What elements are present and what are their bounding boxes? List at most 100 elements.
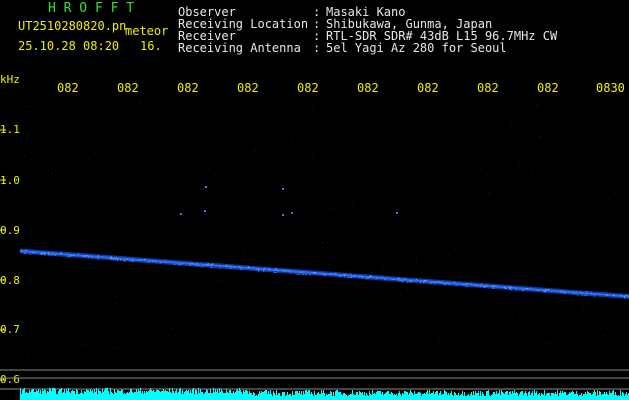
noise-speck [338, 235, 340, 237]
noise-speck [393, 357, 395, 359]
spectrum-column [426, 392, 427, 400]
noise-speck [380, 311, 382, 313]
spectrum-column [598, 395, 599, 400]
spectrum-column [302, 395, 303, 400]
spectrum-column [494, 392, 495, 400]
noise-speck [550, 215, 552, 217]
noise-speck [381, 175, 383, 177]
noise-speck [51, 168, 53, 169]
noise-speck [161, 232, 162, 234]
spectrum-column [571, 392, 572, 400]
noise-speck [311, 233, 313, 235]
spectrum-column [107, 388, 108, 400]
noise-speck [248, 119, 250, 121]
spectrum-column [486, 391, 487, 400]
spectrum-column [334, 396, 335, 400]
signal-speckle [181, 263, 183, 265]
noise-speck [48, 320, 50, 322]
noise-speck [456, 299, 457, 301]
noise-speck [618, 150, 620, 151]
spectrum-column [534, 390, 535, 400]
spectrum-column [128, 393, 129, 400]
noise-speck [613, 192, 615, 194]
signal-speckle [277, 270, 279, 271]
noise-speck [514, 255, 516, 257]
signal-speckle [114, 258, 116, 260]
spectrum-column [105, 388, 106, 400]
noise-speck [155, 151, 157, 153]
spectrum-column [419, 392, 420, 400]
noise-speck [561, 138, 563, 140]
noise-speck [124, 354, 126, 356]
spectrum-column [430, 394, 431, 400]
noise-speck [572, 328, 574, 330]
noise-speck [234, 290, 236, 292]
signal-speckle [21, 250, 23, 252]
noise-speck [327, 242, 328, 244]
spectrum-column [476, 393, 477, 400]
noise-speck [303, 95, 305, 97]
spectrum-column [74, 391, 75, 400]
noise-speck [381, 269, 383, 271]
spectrum-column [490, 396, 491, 400]
noise-speck [585, 298, 587, 300]
noise-speck [20, 228, 22, 230]
noise-speck [271, 119, 273, 121]
spectrum-column [154, 392, 155, 400]
spectrum-column [132, 392, 133, 400]
spectrum-column [434, 394, 435, 400]
noise-speck [398, 294, 400, 296]
spectrum-column [454, 392, 455, 400]
signal-speckle [148, 261, 150, 263]
spectrum-column [161, 391, 162, 400]
signal-speckle [189, 263, 191, 265]
spectrum-column [21, 394, 22, 400]
noise-speck [437, 338, 439, 340]
noise-speck [597, 354, 599, 356]
noise-spectrum-bar [20, 388, 629, 400]
noise-speck [435, 233, 437, 235]
noise-speck [321, 249, 323, 251]
signal-speckle [201, 266, 202, 268]
noise-speck [245, 180, 247, 182]
noise-speck [441, 346, 443, 348]
signal-speckle [275, 271, 277, 273]
noise-speck [516, 174, 518, 176]
noise-speck [267, 310, 269, 312]
spectrum-column [163, 389, 164, 400]
signal-speckle [131, 260, 133, 262]
spectrum-column [346, 395, 347, 400]
spectrogram-plot [0, 95, 629, 400]
noise-speck [382, 98, 383, 99]
spectrum-column [415, 394, 416, 400]
noise-speck [280, 147, 282, 149]
spectrum-column [474, 395, 475, 400]
spectrum-column [187, 391, 188, 400]
spectrum-column [624, 396, 625, 400]
spectrum-column [113, 394, 114, 400]
noise-speck [27, 365, 29, 367]
spectrum-column [94, 389, 95, 400]
noise-speck [397, 297, 399, 298]
spectrum-column [503, 393, 504, 400]
noise-speck [80, 107, 82, 109]
signal-speckle [313, 272, 315, 274]
noise-speck [499, 249, 501, 251]
spectrum-column [138, 389, 139, 400]
spectrum-column [126, 393, 127, 400]
spectrum-column [299, 391, 300, 400]
noise-speck [271, 229, 273, 231]
signal-speckle [212, 263, 214, 265]
spectrum-column [30, 392, 31, 400]
noise-speck [169, 273, 171, 275]
spectrum-column [512, 391, 513, 400]
noise-speck [116, 302, 118, 304]
noise-speck [160, 96, 161, 98]
noise-speck [566, 142, 568, 143]
noise-speck [537, 105, 538, 107]
noise-speck [74, 100, 76, 102]
signal-speckle [207, 264, 209, 266]
noise-speck [83, 344, 85, 345]
noise-speck [86, 104, 88, 106]
spectrum-column [125, 394, 126, 400]
